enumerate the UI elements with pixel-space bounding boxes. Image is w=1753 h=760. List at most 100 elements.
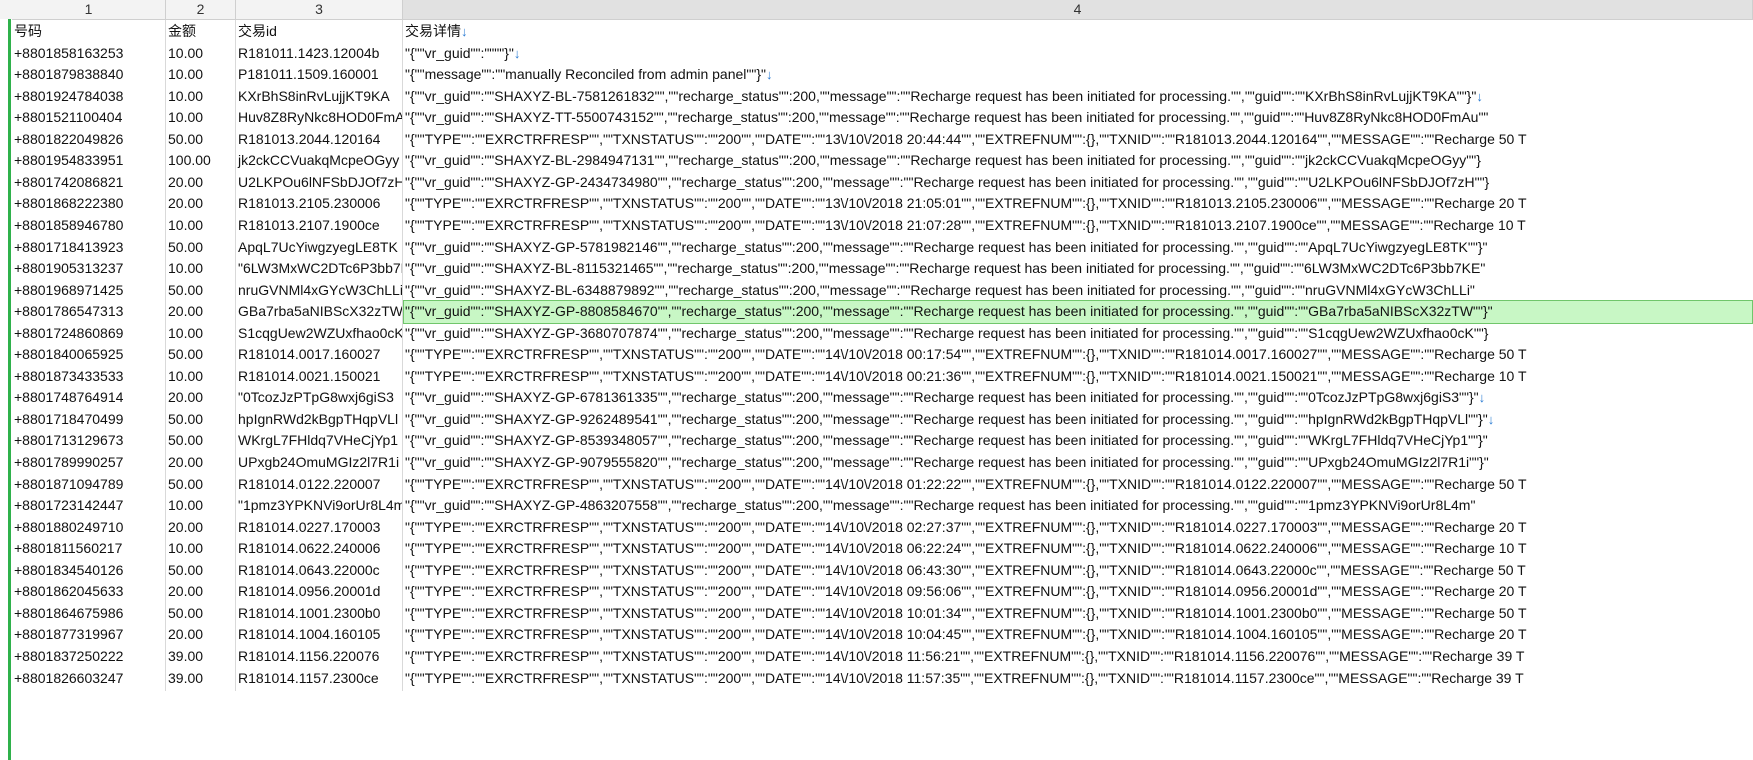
cell-col-4[interactable]: "{""vr_guid"":""SHAXYZ-GP-3680707874"","…	[403, 322, 1753, 346]
cell-col-3[interactable]: WKrgL7FHldq7VHeCjYp1	[236, 429, 403, 454]
cell-col-2[interactable]: 50.00	[166, 472, 236, 497]
cell-col-4[interactable]: "{""vr_guid"":""SHAXYZ-GP-9262489541"","…	[403, 408, 1753, 432]
cell-col-4[interactable]: "{""vr_guid"":""SHAXYZ-BL-8115321465"","…	[403, 257, 1753, 281]
cell-col-2[interactable]: 10.00	[166, 213, 236, 238]
cell-col-4[interactable]: "{""vr_guid"":""SHAXYZ-BL-2984947131"","…	[403, 149, 1753, 173]
cell-col-1[interactable]: +8801742086821	[12, 170, 166, 195]
cell-col-3[interactable]: hpIgnRWd2kBgpTHqpVLl	[236, 407, 403, 432]
cell-col-4[interactable]: "{""vr_guid"":""SHAXYZ-GP-8808584670"","…	[403, 300, 1753, 325]
column-header-3[interactable]: 3	[236, 0, 403, 19]
cell-col-4[interactable]: "{""TYPE"":""EXRCTRFRESP"",""TXNSTATUS""…	[403, 128, 1753, 152]
cell-col-3[interactable]: P181011.1509.160001	[236, 63, 403, 88]
cell-col-3[interactable]: ApqL7UcYiwgzyegLE8TK	[236, 235, 403, 260]
cell-col-4[interactable]: "{""vr_guid"":""SHAXYZ-GP-8539348057"","…	[403, 429, 1753, 453]
cell-col-4[interactable]: "{""TYPE"":""EXRCTRFRESP"",""TXNSTATUS""…	[403, 214, 1753, 238]
cell-col-4[interactable]: "{""vr_guid"":""SHAXYZ-GP-9079555820"","…	[403, 451, 1753, 475]
cell-col-3[interactable]: UPxgb24OmuMGIz2l7R1i	[236, 451, 403, 475]
cell-col-3[interactable]: GBa7rba5aNIBScX32zTW	[236, 300, 403, 325]
cell-col-3[interactable]: R181013.2044.120164	[236, 127, 403, 152]
cell-col-3[interactable]: 交易id	[236, 20, 403, 44]
cell-col-4[interactable]: "{""vr_guid"":""SHAXYZ-GP-6781361335"","…	[403, 386, 1753, 410]
cell-col-1[interactable]: +8801713129673	[12, 429, 166, 454]
cell-col-2[interactable]: 10.00	[166, 321, 236, 346]
cell-col-1[interactable]: +8801880249710	[12, 515, 166, 540]
cell-col-4[interactable]: "{""TYPE"":""EXRCTRFRESP"",""TXNSTATUS""…	[403, 192, 1753, 216]
cell-col-2[interactable]: 100.00	[166, 149, 236, 174]
cell-col-1[interactable]: 号码	[12, 20, 166, 44]
cell-col-4[interactable]: 交易详情↓	[403, 20, 1753, 44]
cell-col-3[interactable]: R181014.0622.240006	[236, 537, 403, 562]
cell-col-2[interactable]: 10.00	[166, 106, 236, 131]
cell-col-4[interactable]: "{""TYPE"":""EXRCTRFRESP"",""TXNSTATUS""…	[403, 365, 1753, 389]
cell-col-1[interactable]: +8801521100404	[12, 106, 166, 131]
cell-col-3[interactable]: R181014.0227.170003	[236, 515, 403, 540]
cell-col-1[interactable]: +8801858946780	[12, 213, 166, 238]
cell-col-1[interactable]: +8801723142447	[12, 494, 166, 519]
cell-col-2[interactable]: 10.00	[166, 364, 236, 389]
cell-col-2[interactable]: 金额	[166, 20, 236, 44]
column-header-2[interactable]: 2	[166, 0, 236, 19]
cell-col-1[interactable]: +8801968971425	[12, 278, 166, 303]
cell-col-3[interactable]: R181014.1001.2300b0	[236, 601, 403, 626]
cell-col-2[interactable]: 10.00	[166, 257, 236, 282]
cell-col-2[interactable]: 50.00	[166, 343, 236, 368]
cell-col-1[interactable]: +8801879838840	[12, 63, 166, 88]
cell-col-1[interactable]: +8801877319967	[12, 623, 166, 648]
cell-col-2[interactable]: 20.00	[166, 170, 236, 195]
cell-col-2[interactable]: 20.00	[166, 386, 236, 411]
cell-col-1[interactable]: +8801862045633	[12, 580, 166, 605]
cell-col-1[interactable]: +8801837250222	[12, 644, 166, 669]
cell-col-3[interactable]: "6LW3MxWC2DTc6P3bb7KE	[236, 257, 403, 282]
cell-col-1[interactable]: +8801748764914	[12, 386, 166, 411]
cell-col-1[interactable]: +8801924784038	[12, 84, 166, 109]
cell-col-2[interactable]: 10.00	[166, 84, 236, 109]
cell-col-1[interactable]: +8801811560217	[12, 537, 166, 562]
cell-col-3[interactable]: "1pmz3YPKNVi9orUr8L4m	[236, 494, 403, 519]
cell-col-4[interactable]: "{""TYPE"":""EXRCTRFRESP"",""TXNSTATUS""…	[403, 537, 1753, 561]
cell-col-1[interactable]: +8801954833951	[12, 149, 166, 174]
cell-col-4[interactable]: "{""TYPE"":""EXRCTRFRESP"",""TXNSTATUS""…	[403, 559, 1753, 583]
cell-col-3[interactable]: R181013.2107.1900ce	[236, 213, 403, 238]
cell-col-4[interactable]: "{""vr_guid"":""SHAXYZ-GP-4863207558"","…	[403, 494, 1753, 518]
cell-col-4[interactable]: "{""TYPE"":""EXRCTRFRESP"",""TXNSTATUS""…	[403, 623, 1753, 647]
cell-col-3[interactable]: S1cqgUew2WZUxfhao0cK	[236, 321, 403, 346]
cell-col-3[interactable]: R181013.2105.230006	[236, 192, 403, 217]
cell-col-3[interactable]: R181014.0021.150021	[236, 364, 403, 389]
cell-col-2[interactable]: 50.00	[166, 235, 236, 260]
cell-col-4[interactable]: "{""TYPE"":""EXRCTRFRESP"",""TXNSTATUS""…	[403, 645, 1753, 669]
cell-col-3[interactable]: R181014.1004.160105	[236, 623, 403, 648]
cell-col-3[interactable]: U2LKPOu6lNFSbDJOf7zH	[236, 170, 403, 195]
cell-col-1[interactable]: +8801873433533	[12, 364, 166, 389]
cell-col-4[interactable]: "{""vr_guid"":""SHAXYZ-TT-5500743152"","…	[403, 106, 1753, 130]
cell-col-1[interactable]: +8801786547313	[12, 300, 166, 325]
column-header-1[interactable]: 1	[12, 0, 166, 19]
cell-col-4[interactable]: "{""TYPE"":""EXRCTRFRESP"",""TXNSTATUS""…	[403, 516, 1753, 540]
cell-col-3[interactable]: KXrBhS8inRvLujjKT9KA	[236, 84, 403, 109]
cell-col-3[interactable]: R181011.1423.12004b	[236, 41, 403, 66]
cell-col-3[interactable]: "0TcozJzPTpG8wxj6giS3	[236, 386, 403, 411]
cell-col-1[interactable]: +8801868222380	[12, 192, 166, 217]
cell-col-1[interactable]: +8801718470499	[12, 407, 166, 432]
cell-col-1[interactable]: +8801871094789	[12, 472, 166, 497]
cell-col-3[interactable]: R181014.0643.22000c	[236, 558, 403, 583]
cell-col-2[interactable]: 39.00	[166, 666, 236, 691]
cell-col-1[interactable]: +8801789990257	[12, 451, 166, 475]
cell-col-1[interactable]: +8801858163253	[12, 41, 166, 66]
cell-col-2[interactable]: 20.00	[166, 451, 236, 475]
cell-col-2[interactable]: 10.00	[166, 63, 236, 88]
cell-col-2[interactable]: 39.00	[166, 644, 236, 669]
cell-col-1[interactable]: +8801724860869	[12, 321, 166, 346]
cell-col-2[interactable]: 50.00	[166, 407, 236, 432]
cell-col-3[interactable]: R181014.0017.160027	[236, 343, 403, 368]
column-header-4[interactable]: 4	[403, 0, 1753, 19]
cell-col-1[interactable]: +8801826603247	[12, 666, 166, 691]
cell-col-2[interactable]: 10.00	[166, 41, 236, 66]
cell-col-3[interactable]: nruGVNMl4xGYcW3ChLLi	[236, 278, 403, 303]
cell-col-3[interactable]: jk2ckCCVuakqMcpeOGyy	[236, 149, 403, 174]
cell-col-4[interactable]: "{""vr_guid"":""SHAXYZ-GP-5781982146"","…	[403, 236, 1753, 260]
cell-col-2[interactable]: 20.00	[166, 192, 236, 217]
cell-col-4[interactable]: "{""message"":""manually Reconciled from…	[403, 63, 1753, 87]
cell-col-2[interactable]: 10.00	[166, 537, 236, 562]
cell-col-4[interactable]: "{""vr_guid"":""SHAXYZ-GP-2434734980"","…	[403, 171, 1753, 195]
cell-col-4[interactable]: "{""vr_guid"":""SHAXYZ-BL-6348879892"","…	[403, 279, 1753, 303]
